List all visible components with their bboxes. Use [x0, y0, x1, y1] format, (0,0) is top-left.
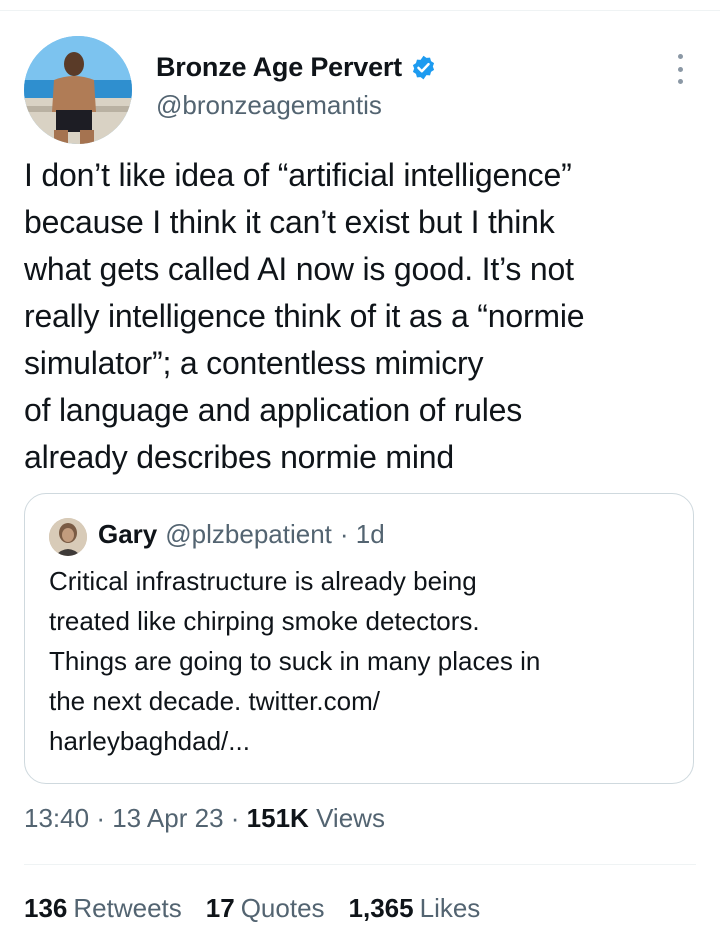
retweets-label: Retweets [73, 893, 182, 923]
likes-label: Likes [419, 893, 481, 923]
retweets-stat[interactable]: 136 Retweets [24, 893, 182, 924]
stats-divider [24, 864, 696, 865]
author-display-name[interactable]: Bronze Age Pervert [156, 52, 402, 83]
quoted-author-handle[interactable]: @plzbepatient [165, 519, 332, 550]
quoted-tweet-card[interactable]: Gary @plzbepatient · 1d Critical infrast… [24, 493, 694, 784]
views-label: Views [316, 803, 385, 833]
more-vertical-icon[interactable] [668, 54, 692, 84]
tweet-time[interactable]: 13:40 [24, 803, 89, 833]
quotes-stat[interactable]: 17 Quotes [206, 893, 325, 924]
likes-stat[interactable]: 1,365 Likes [349, 893, 481, 924]
author-avatar[interactable] [24, 36, 132, 144]
quoted-author-name[interactable]: Gary [98, 519, 157, 550]
quoted-tweet-text: Critical infrastructure is already being… [49, 566, 541, 756]
quoted-tweet-age: · 1d [339, 519, 385, 549]
author-handle[interactable]: @bronzeagemantis [156, 90, 382, 121]
retweets-count: 136 [24, 893, 68, 923]
meta-separator: · [96, 803, 105, 833]
likes-count: 1,365 [348, 893, 414, 923]
top-divider [0, 10, 720, 11]
tweet-text: I don’t like idea of “artificial intelli… [24, 157, 585, 475]
quotes-count: 17 [205, 893, 235, 923]
views-count: 151K [246, 803, 309, 833]
verified-badge-icon [412, 55, 435, 80]
tweet-metadata: 13:40 · 13 Apr 23 · 151K Views [24, 803, 385, 834]
quoted-author-avatar[interactable] [49, 518, 87, 556]
meta-separator: · [230, 803, 240, 833]
quotes-label: Quotes [240, 893, 325, 923]
tweet-date[interactable]: 13 Apr 23 [112, 803, 223, 833]
engagement-stats: 136 Retweets 17 Quotes 1,365 Likes [24, 893, 480, 924]
